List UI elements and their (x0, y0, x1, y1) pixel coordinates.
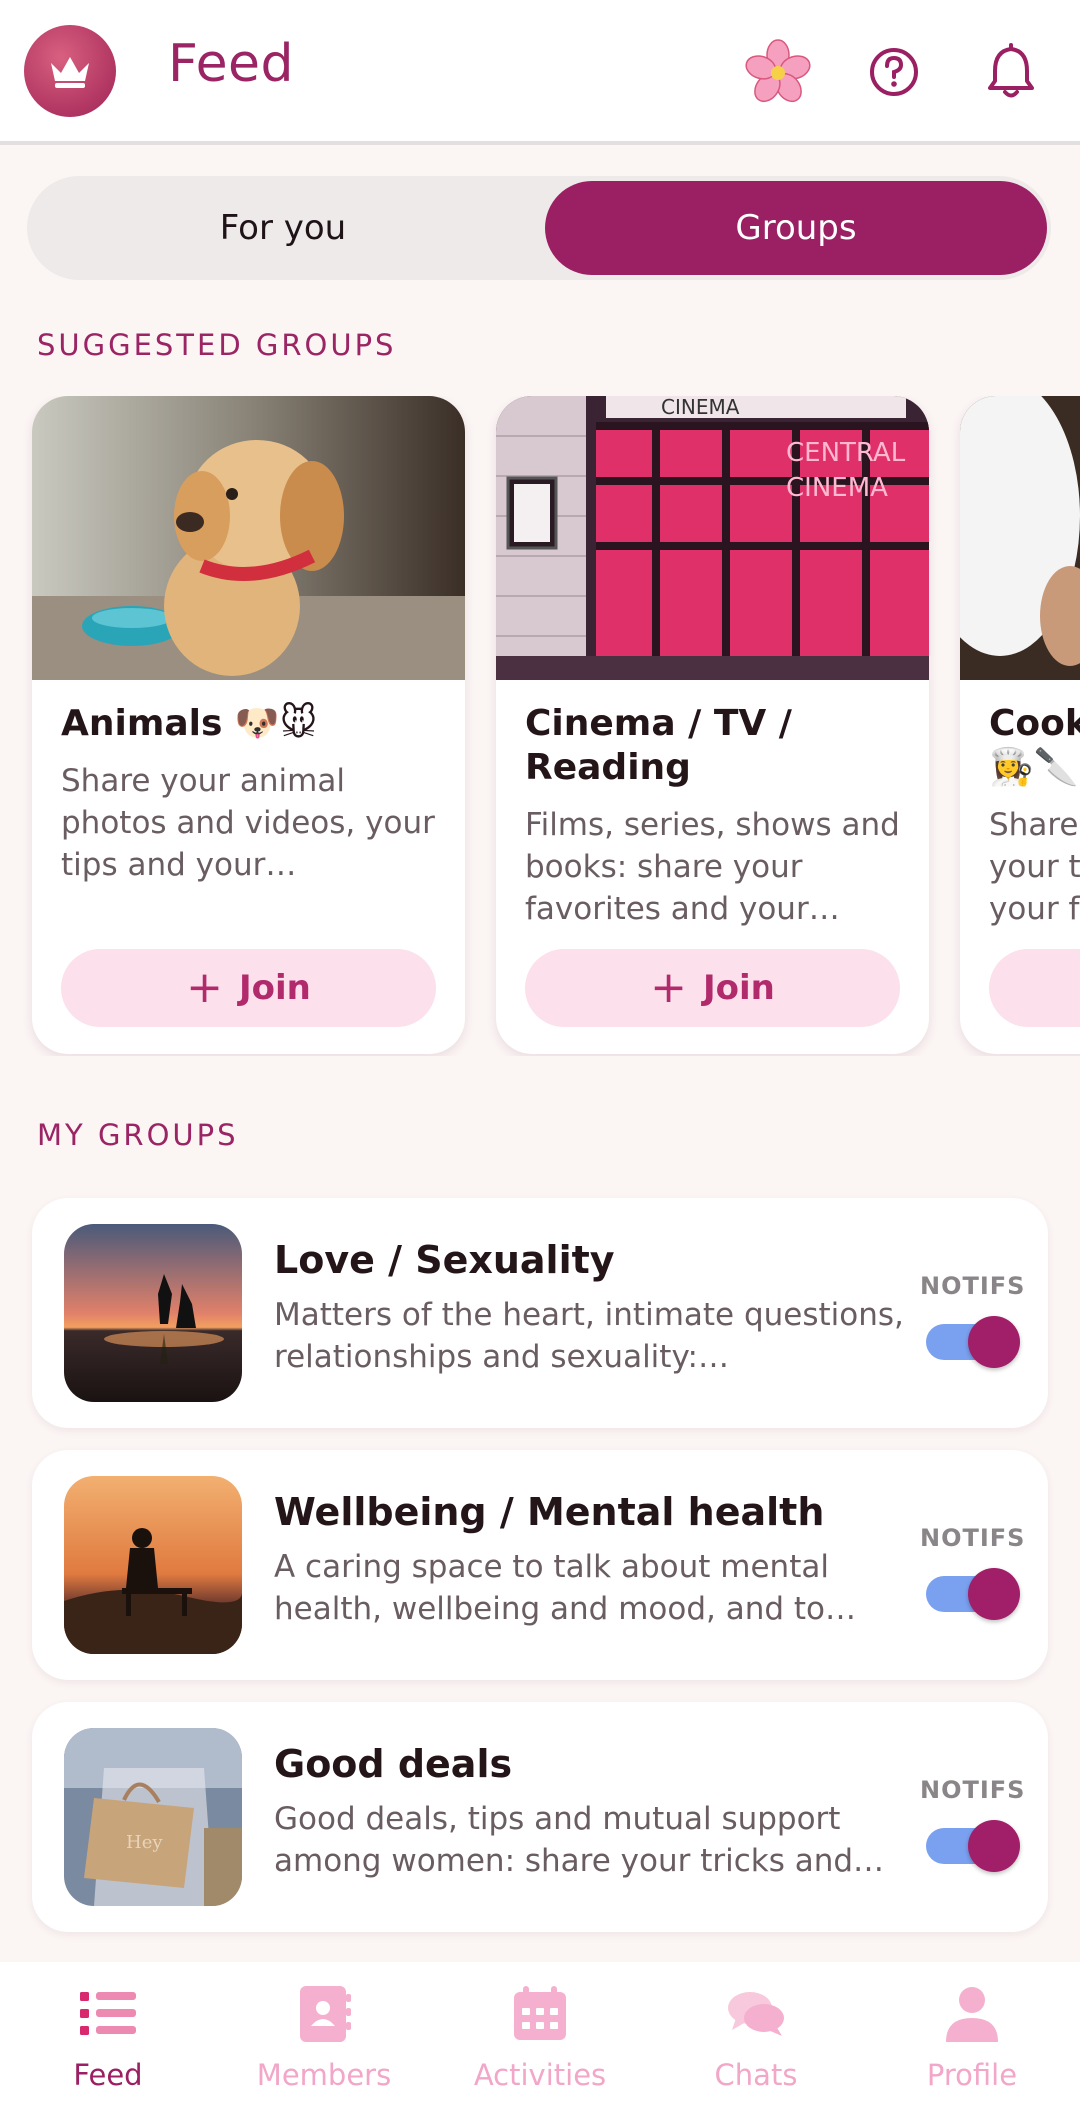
notifs-toggle[interactable] (924, 1820, 1020, 1872)
nav-item-activities[interactable]: Activities (432, 1962, 648, 2108)
nav-label: Feed (73, 2058, 143, 2092)
toggle-knob (968, 1568, 1020, 1620)
notifs-toggle[interactable] (924, 1568, 1020, 1620)
flower-icon (745, 39, 811, 103)
group-thumbnail (64, 1224, 242, 1402)
svg-text:CINEMA: CINEMA (786, 473, 888, 503)
notifs-toggle[interactable] (924, 1316, 1020, 1368)
suggested-groups-carousel[interactable]: Animals 🐶🐭 Share your animal photos and … (0, 396, 1080, 1056)
join-label: Join (703, 968, 775, 1008)
my-groups-heading: MY GROUPS (37, 1118, 239, 1152)
group-description: A caring space to talk about mental heal… (274, 1549, 857, 1627)
feed-segmented-control: For you Groups (27, 176, 1051, 280)
toggle-knob (968, 1316, 1020, 1368)
svg-text:Hey: Hey (126, 1832, 163, 1853)
nav-item-members[interactable]: Members (216, 1962, 432, 2108)
nav-label: Chats (714, 2058, 798, 2092)
nav-label: Profile (926, 2058, 1018, 2092)
suggested-groups-heading: SUGGESTED GROUPS (37, 328, 397, 362)
list-icon (80, 1992, 136, 2035)
group-thumbnail (64, 1476, 242, 1654)
nav-item-profile[interactable]: Profile (864, 1962, 1080, 2108)
svg-text:CINEMA: CINEMA (661, 396, 740, 419)
nav-item-feed[interactable]: Feed (0, 1962, 216, 2108)
notifs-label: NOTIFS (920, 1776, 1026, 1804)
group-description: Good deals, tips and mutual support amon… (274, 1801, 885, 1879)
tab-for-you[interactable]: For you (27, 176, 539, 280)
suggested-group-card[interactable]: CENTRAL CINEMA CINEMA Cinema / TV / Read… (496, 396, 929, 1054)
bottom-navigation: Feed Members Activities Chats Profile (0, 1962, 1080, 2108)
flower-button[interactable] (740, 34, 816, 110)
group-thumbnail: Hey (64, 1728, 242, 1906)
notifs-label: NOTIFS (920, 1272, 1026, 1300)
app-header: Feed (0, 0, 1080, 145)
group-cover-image (32, 396, 465, 680)
nav-label: Members (256, 2058, 392, 2092)
nav-item-chats[interactable]: Chats (648, 1962, 864, 2108)
chat-bubbles-icon (728, 1992, 784, 2036)
bell-icon (988, 43, 1034, 98)
my-group-row[interactable]: Wellbeing / Mental health A caring space… (32, 1450, 1048, 1680)
group-title: Good deals (274, 1742, 513, 1786)
join-button[interactable]: + Join (61, 949, 436, 1027)
calendar-icon (514, 1986, 566, 2040)
crown-icon (51, 57, 89, 88)
nav-label: Activities (473, 2058, 607, 2092)
notifs-label: NOTIFS (920, 1524, 1026, 1552)
contact-book-icon (300, 1986, 351, 2042)
group-description: Matters of the heart, intimate questions… (274, 1297, 904, 1375)
svg-text:CENTRAL: CENTRAL (786, 438, 906, 468)
suggested-group-card[interactable]: Cook 👩‍🍳🔪 Share your t your f (960, 396, 1080, 1054)
premium-crown-button[interactable] (24, 25, 116, 117)
toggle-knob (968, 1820, 1020, 1872)
join-label: Join (239, 968, 311, 1008)
notifications-button[interactable] (973, 34, 1049, 110)
suggested-group-card[interactable]: Animals 🐶🐭 Share your animal photos and … (32, 396, 465, 1054)
group-description: Share your t your f (989, 807, 1080, 927)
help-button[interactable] (856, 34, 932, 110)
group-title: Animals 🐶🐭 (61, 703, 318, 744)
plus-icon: + (186, 962, 223, 1013)
group-cover-image: CENTRAL CINEMA CINEMA (496, 396, 929, 680)
page-title: Feed (168, 34, 295, 94)
plus-icon: + (650, 962, 687, 1013)
join-button[interactable]: + Join (525, 949, 900, 1027)
help-icon (870, 48, 918, 96)
person-icon (946, 1987, 998, 2042)
group-title: Wellbeing / Mental health (274, 1490, 825, 1534)
group-title: Cinema / TV / Reading (525, 703, 792, 788)
group-title: Cook 👩‍🍳🔪 (989, 703, 1080, 788)
my-group-row[interactable]: Love / Sexuality Matters of the heart, i… (32, 1198, 1048, 1428)
join-button[interactable] (989, 949, 1080, 1027)
my-group-row[interactable]: Hey Good deals Good deals, tips and mutu… (32, 1702, 1048, 1932)
group-description: Share your animal photos and videos, you… (61, 763, 435, 883)
group-description: Films, series, shows and books: share yo… (525, 807, 900, 927)
tab-groups[interactable]: Groups (545, 181, 1047, 275)
group-title: Love / Sexuality (274, 1238, 615, 1282)
group-cover-image (960, 396, 1080, 680)
